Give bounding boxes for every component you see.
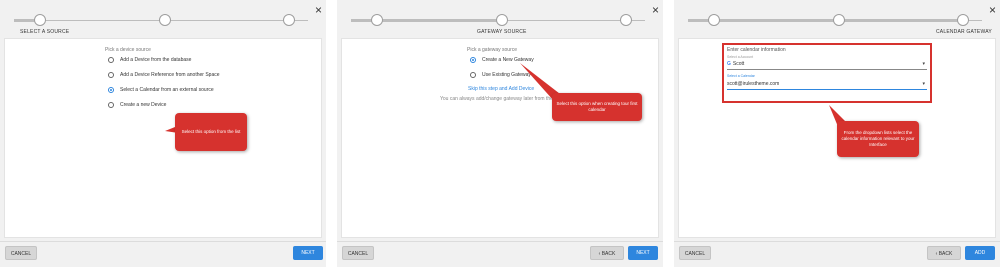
close-icon[interactable]: × [989,4,996,16]
callout-arrow [165,119,195,134]
back-label: BACK [938,251,953,257]
footer-bar: CANCEL ‹ BACK NEXT [337,241,663,268]
step-dot-1 [34,14,46,26]
callout-arrow [520,63,564,101]
content-card: Pick a gateway source Create a New Gatew… [341,38,659,238]
panel-calendar-gateway: × CALENDAR GATEWAY Enter calendar inform… [674,0,1000,267]
content-card: Pick a device source Add a Device from t… [4,38,322,238]
footer-bar: CANCEL NEXT [0,241,326,268]
cancel-button[interactable]: CANCEL [5,246,37,260]
step-dot-2 [159,14,171,26]
annotation-callout: From the dropdown lists select the calen… [837,121,919,157]
cancel-button[interactable]: CANCEL [342,246,374,260]
step-dot-3 [620,14,632,26]
step-dot-2 [496,14,508,26]
back-button[interactable]: ‹ BACK [927,246,961,260]
annotation-callout: Select this option from the list [175,113,247,151]
step-title: GATEWAY SOURCE [477,29,527,35]
next-button[interactable]: NEXT [293,246,323,260]
close-icon[interactable]: × [652,4,659,16]
stepper-progress [688,19,963,22]
step-dot-1 [371,14,383,26]
panel-gateway-source: × GATEWAY SOURCE Pick a gateway source C… [337,0,663,267]
step-dot-2 [833,14,845,26]
next-button[interactable]: NEXT [628,246,658,260]
step-dot-3 [283,14,295,26]
back-button[interactable]: ‹ BACK [590,246,624,260]
panel-select-source: × SELECT A SOURCE Pick a device source A… [0,0,326,267]
step-dot-1 [708,14,720,26]
step-title: CALENDAR GATEWAY [936,29,992,35]
step-dot-3 [957,14,969,26]
annotation-callout: Select this option when creating tour fi… [552,93,642,121]
cancel-button[interactable]: CANCEL [679,246,711,260]
footer-bar: CANCEL ‹ BACK ADD [674,241,1000,268]
close-icon[interactable]: × [315,4,322,16]
back-label: BACK [601,251,616,257]
content-card: Enter calendar information Select a Acco… [678,38,996,238]
step-title: SELECT A SOURCE [20,29,70,35]
add-button[interactable]: ADD [965,246,995,260]
